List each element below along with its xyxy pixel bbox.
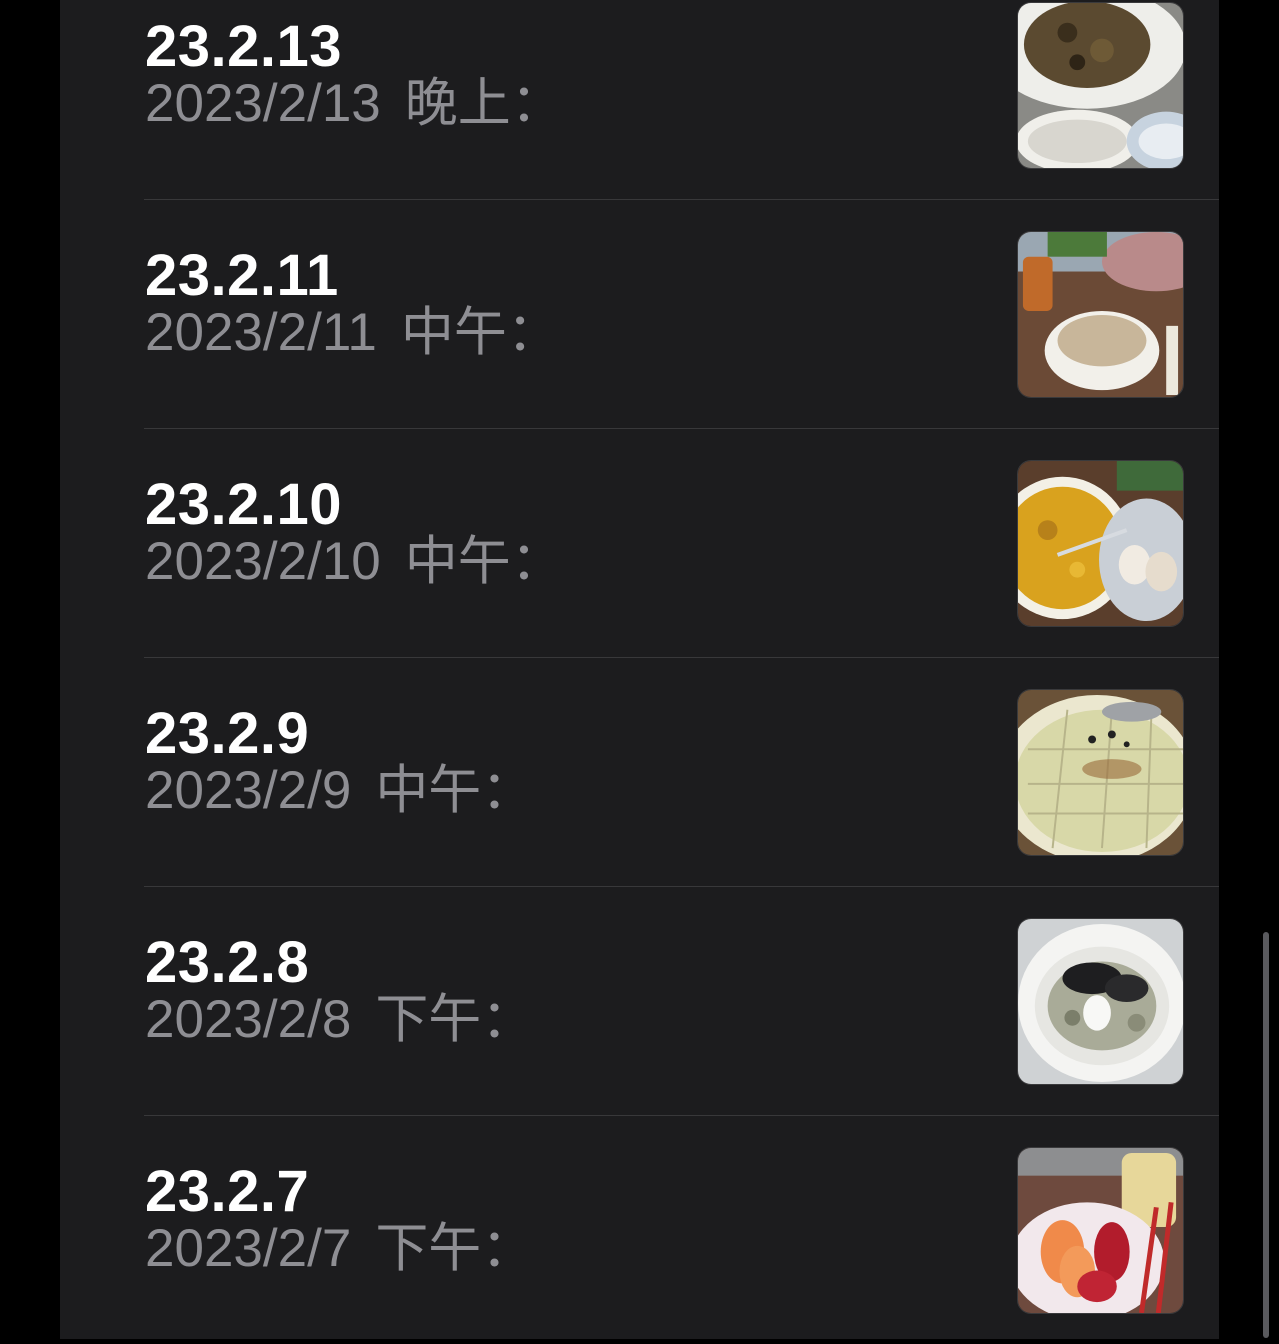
food-photo-thumbnail[interactable] [1017, 1147, 1184, 1314]
note-date: 2023/2/9 [145, 761, 352, 820]
pasta-photo-icon [1018, 919, 1183, 1084]
note-row[interactable]: 23.2.13 2023/2/13 晚上： [60, 0, 1219, 200]
note-title: 23.2.9 [145, 701, 310, 766]
food-photo-thumbnail[interactable] [1017, 231, 1184, 398]
note-date: 2023/2/10 [145, 532, 381, 591]
note-title: 23.2.8 [145, 930, 310, 995]
note-row[interactable]: 23.2.9 2023/2/9 中午： [60, 657, 1219, 887]
note-title: 23.2.13 [145, 14, 343, 79]
note-time-label: 晚上： [404, 74, 564, 133]
note-date: 2023/2/11 [145, 303, 377, 362]
note-date: 2023/2/13 [145, 74, 381, 133]
note-title: 23.2.7 [145, 1159, 310, 1224]
note-subtitle: 2023/2/11 中午： [145, 306, 560, 359]
note-row[interactable]: 23.2.8 2023/2/8 下午： [60, 886, 1219, 1116]
note-time-label: 中午： [404, 532, 564, 591]
food-photo-thumbnail[interactable] [1017, 460, 1184, 627]
sashimi-photo-icon [1018, 1148, 1183, 1313]
food-photo-thumbnail[interactable] [1017, 689, 1184, 856]
note-time-label: 中午： [400, 303, 560, 362]
note-title: 23.2.11 [145, 243, 339, 308]
note-subtitle: 2023/2/7 下午： [145, 1222, 534, 1275]
bowl-photo-icon [1018, 232, 1183, 397]
note-time-label: 下午： [375, 990, 535, 1049]
note-subtitle: 2023/2/8 下午： [145, 993, 534, 1046]
notes-list-panel: 23.2.13 2023/2/13 晚上： 23.2.11 2023/2/11 … [60, 0, 1219, 1339]
note-row[interactable]: 23.2.7 2023/2/7 下午： [60, 1115, 1219, 1344]
soup-and-eggs-photo-icon [1018, 461, 1183, 626]
note-subtitle: 2023/2/13 晚上： [145, 77, 564, 130]
note-row[interactable]: 23.2.10 2023/2/10 中午： [60, 428, 1219, 658]
note-date: 2023/2/7 [145, 1219, 352, 1278]
note-subtitle: 2023/2/10 中午： [145, 535, 564, 588]
note-subtitle: 2023/2/9 中午： [145, 764, 534, 817]
note-time-label: 中午： [375, 761, 535, 820]
stir-fry-photo-icon [1018, 3, 1183, 168]
pancake-photo-icon [1018, 690, 1183, 855]
note-row[interactable]: 23.2.11 2023/2/11 中午： [60, 199, 1219, 429]
food-photo-thumbnail[interactable] [1017, 2, 1184, 169]
vertical-scrollbar[interactable] [1263, 932, 1269, 1338]
note-title: 23.2.10 [145, 472, 343, 537]
food-photo-thumbnail[interactable] [1017, 918, 1184, 1085]
note-time-label: 下午： [375, 1219, 535, 1278]
note-date: 2023/2/8 [145, 990, 352, 1049]
